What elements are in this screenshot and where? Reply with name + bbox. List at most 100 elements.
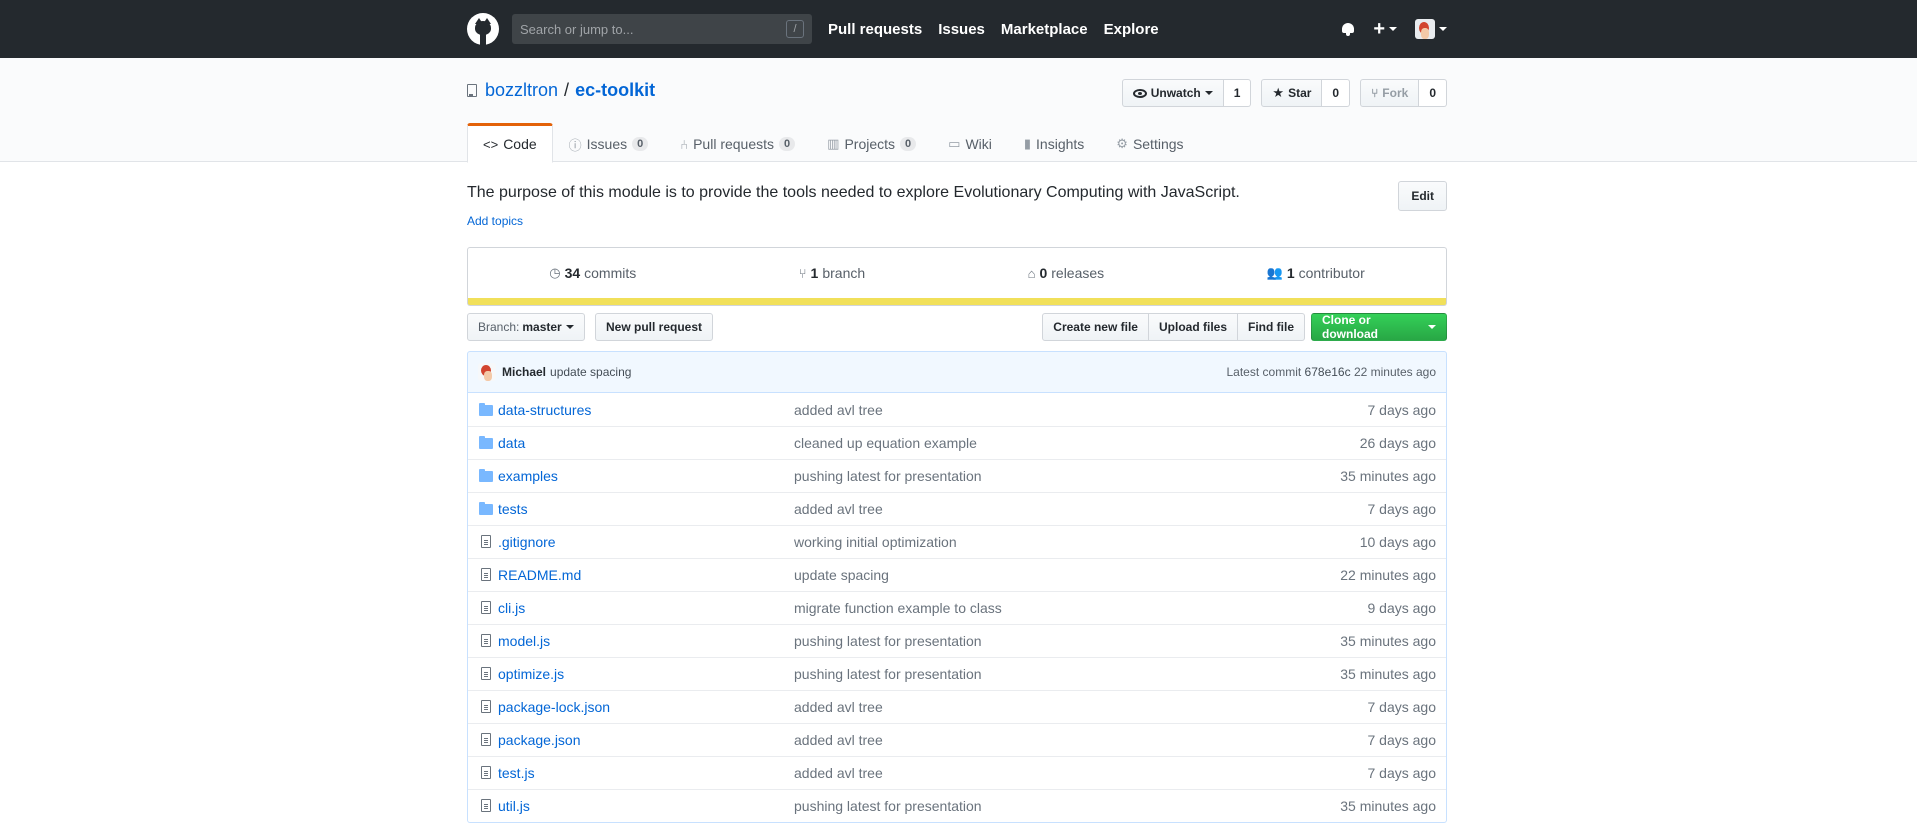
search-input[interactable]: Search or jump to... / bbox=[512, 14, 812, 44]
file-name-link[interactable]: model.js bbox=[498, 633, 794, 649]
find-file-button[interactable]: Find file bbox=[1238, 313, 1305, 341]
nav-marketplace[interactable]: Marketplace bbox=[1001, 21, 1088, 38]
tab-insights[interactable]: ▮ Insights bbox=[1008, 123, 1100, 163]
file-commit-message[interactable]: pushing latest for presentation bbox=[794, 798, 1340, 814]
commits-summary[interactable]: ◷ 34 commits bbox=[549, 265, 636, 281]
user-menu[interactable] bbox=[1415, 19, 1447, 39]
file-commit-message[interactable]: cleaned up equation example bbox=[794, 435, 1360, 451]
file-icon bbox=[478, 666, 494, 682]
file-name-link[interactable]: data-structures bbox=[498, 402, 794, 418]
branch-label: branch bbox=[822, 265, 866, 281]
tab-settings[interactable]: ⚙ Settings bbox=[1100, 123, 1199, 163]
releases-summary[interactable]: ⌂ 0 releases bbox=[1028, 265, 1105, 281]
create-new-menu[interactable]: + bbox=[1373, 19, 1397, 39]
file-age: 7 days ago bbox=[1367, 401, 1437, 418]
file-icon bbox=[478, 699, 494, 715]
file-age: 35 minutes ago bbox=[1340, 798, 1436, 814]
file-row: package.json added avl tree 7 days ago bbox=[468, 723, 1446, 756]
tab-issues[interactable]: ⓘ Issues 0 bbox=[553, 123, 665, 163]
file-name-link[interactable]: package-lock.json bbox=[498, 699, 794, 715]
fork-button[interactable]: ⑂ Fork bbox=[1360, 79, 1420, 107]
stars-count[interactable]: 0 bbox=[1322, 79, 1351, 107]
star-icon: ★ bbox=[1272, 85, 1285, 100]
contributors-summary[interactable]: 👥 1 contributor bbox=[1267, 265, 1365, 281]
file-name-link[interactable]: data bbox=[498, 435, 794, 451]
tab-wiki[interactable]: ▭ Wiki bbox=[932, 123, 1008, 163]
nav-pull-requests[interactable]: Pull requests bbox=[828, 21, 922, 38]
file-name-link[interactable]: README.md bbox=[498, 567, 794, 583]
unwatch-button[interactable]: Unwatch bbox=[1121, 79, 1224, 107]
folder-icon bbox=[478, 402, 494, 418]
commit-sha[interactable]: 678e16c bbox=[1305, 365, 1351, 379]
avatar[interactable] bbox=[478, 363, 496, 381]
chevron-down-icon bbox=[565, 325, 574, 329]
github-logo-icon[interactable] bbox=[467, 13, 499, 45]
new-pull-request-button[interactable]: New pull request bbox=[595, 313, 714, 341]
file-commit-message[interactable]: pushing latest for presentation bbox=[794, 468, 1340, 484]
file-name-link[interactable]: examples bbox=[498, 468, 794, 484]
tab-label: Code bbox=[503, 136, 537, 152]
file-commit-message[interactable]: added avl tree bbox=[794, 765, 1368, 781]
file-name-link[interactable]: util.js bbox=[498, 798, 794, 814]
file-name-link[interactable]: tests bbox=[498, 501, 794, 517]
clone-or-download-button[interactable]: Clone or download bbox=[1311, 313, 1447, 341]
repo-icon bbox=[467, 84, 477, 97]
file-name-link[interactable]: optimize.js bbox=[498, 666, 794, 682]
repo-actions: Unwatch 1 ★ Star 0 ⑂ Fork 0 bbox=[1112, 79, 1447, 107]
tab-label: Projects bbox=[844, 136, 896, 152]
tag-icon: ⌂ bbox=[1027, 265, 1036, 281]
book-icon: ▭ bbox=[948, 136, 961, 151]
tab-code[interactable]: <> Code bbox=[467, 123, 553, 163]
file-commit-message[interactable]: added avl tree bbox=[794, 501, 1368, 517]
watchers-count[interactable]: 1 bbox=[1223, 79, 1252, 107]
repo-owner-link[interactable]: bozzltron bbox=[485, 80, 558, 101]
file-commit-message[interactable]: working initial optimization bbox=[794, 534, 1360, 550]
file-navigation: Branch: master New pull request Create n… bbox=[467, 313, 1447, 343]
file-row: optimize.js pushing latest for presentati… bbox=[468, 657, 1446, 690]
tab-projects[interactable]: ▥ Projects 0 bbox=[811, 123, 932, 163]
language-bar[interactable] bbox=[467, 298, 1447, 306]
file-commit-message[interactable]: update spacing bbox=[794, 567, 1340, 583]
file-commit-message[interactable]: pushing latest for presentation bbox=[794, 666, 1340, 682]
file-age: 26 days ago bbox=[1359, 435, 1436, 451]
file-name-link[interactable]: test.js bbox=[498, 765, 794, 781]
file-row: .gitignore working initial optimization 10… bbox=[468, 525, 1446, 558]
file-commit-message[interactable]: added avl tree bbox=[794, 699, 1368, 715]
chevron-down-icon bbox=[1204, 91, 1213, 95]
create-new-file-button[interactable]: Create new file bbox=[1042, 313, 1149, 341]
commit-age: 22 minutes ago bbox=[1353, 365, 1436, 379]
plus-icon: + bbox=[1373, 18, 1385, 40]
repo-name-link[interactable]: ec-toolkit bbox=[575, 80, 655, 101]
file-name-link[interactable]: .gitignore bbox=[498, 534, 794, 550]
file-commit-message[interactable]: added avl tree bbox=[794, 402, 1368, 418]
repo-title: bozzltron / ec-toolkit bbox=[467, 80, 655, 101]
folder-icon bbox=[478, 468, 494, 484]
branch-summary[interactable]: ⑂ 1 branch bbox=[799, 265, 865, 281]
branch-select[interactable]: Branch: master bbox=[467, 313, 585, 341]
star-label: Star bbox=[1288, 86, 1312, 100]
file-commit-message[interactable]: pushing latest for presentation bbox=[794, 633, 1340, 649]
file-name-link[interactable]: cli.js bbox=[498, 600, 794, 616]
bell-icon[interactable] bbox=[1341, 22, 1355, 36]
nav-explore[interactable]: Explore bbox=[1104, 21, 1159, 38]
commit-author[interactable]: Michael bbox=[502, 365, 546, 379]
path-separator: / bbox=[564, 80, 570, 100]
commit-message[interactable]: update spacing bbox=[550, 365, 631, 379]
add-topics-link[interactable]: Add topics bbox=[467, 214, 523, 228]
file-row: tests added avl tree 7 days ago bbox=[468, 492, 1446, 525]
commits-count: 34 bbox=[564, 265, 581, 281]
edit-description-button[interactable]: Edit bbox=[1398, 181, 1447, 211]
file-commit-message[interactable]: added avl tree bbox=[794, 732, 1368, 748]
file-icon bbox=[478, 633, 494, 649]
forks-count[interactable]: 0 bbox=[1419, 79, 1447, 107]
nav-issues[interactable]: Issues bbox=[938, 21, 985, 38]
clone-label: Clone or download bbox=[1322, 313, 1378, 341]
latest-commit-bar: Michael update spacing Latest commit 678… bbox=[467, 351, 1447, 393]
file-name-link[interactable]: package.json bbox=[498, 732, 794, 748]
file-row: data-structures added avl tree 7 days ago bbox=[468, 393, 1446, 426]
star-button[interactable]: ★ Star bbox=[1261, 79, 1323, 107]
repo-tabs: <> Code ⓘ Issues 0 ⑃ Pull requests 0 ▥ P… bbox=[467, 123, 1200, 163]
upload-files-button[interactable]: Upload files bbox=[1148, 313, 1238, 341]
tab-pull-requests[interactable]: ⑃ Pull requests 0 bbox=[664, 123, 811, 163]
file-commit-message[interactable]: migrate function example to class bbox=[794, 600, 1368, 616]
